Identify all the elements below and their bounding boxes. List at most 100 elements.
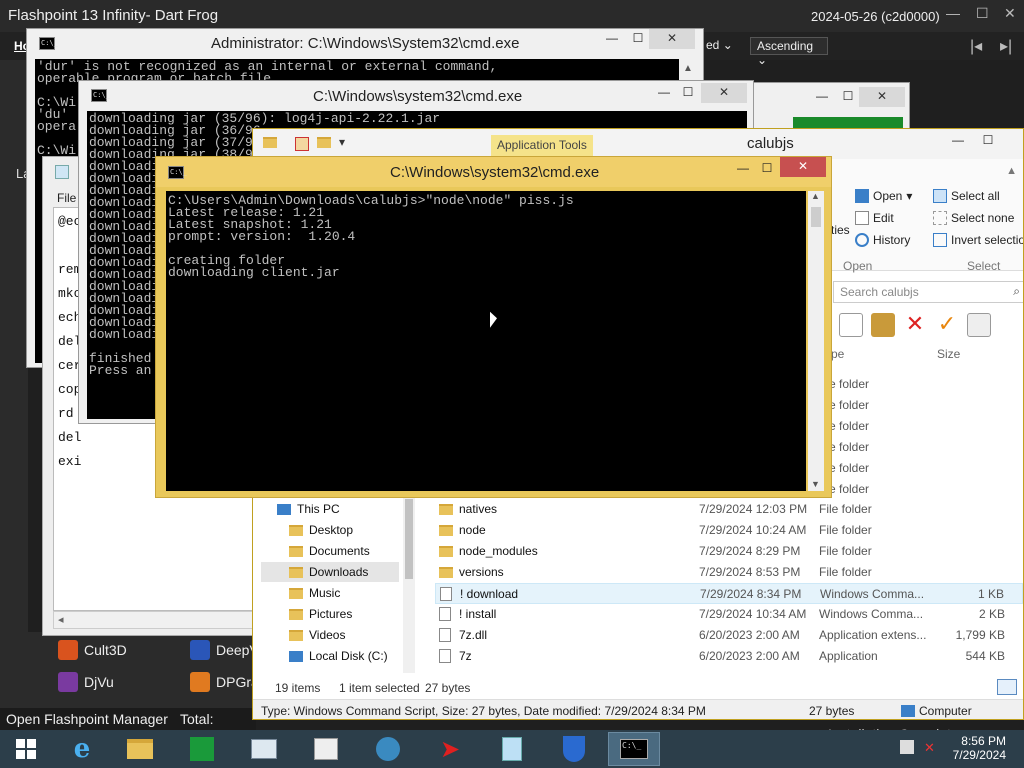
next-page-icon[interactable]: ▸|: [1000, 36, 1012, 56]
minimize-icon[interactable]: —: [946, 5, 960, 21]
clock[interactable]: 8:56 PM 7/29/2024: [946, 734, 1006, 762]
cmd-download-title: C:\Windows\system32\cmd.exe: [313, 88, 523, 105]
maximize-icon[interactable]: ☐: [837, 87, 859, 107]
taskbar-cmd[interactable]: C:\_: [608, 732, 660, 766]
search-icon[interactable]: ⌕: [1013, 284, 1020, 299]
file-row[interactable]: versions 7/29/2024 8:53 PM File folder: [435, 562, 1023, 583]
ribbon-select-none-button[interactable]: Select none: [933, 211, 1014, 225]
properties-icon[interactable]: [295, 137, 309, 151]
delete-icon[interactable]: ✕: [903, 313, 927, 337]
maximize-icon[interactable]: ☐: [976, 5, 989, 22]
close-icon[interactable]: ✕: [859, 87, 905, 107]
scrollbar-thumb[interactable]: [811, 207, 821, 227]
taskbar-ie[interactable]: e: [56, 732, 108, 766]
application-tools-tab[interactable]: Application Tools: [491, 135, 593, 157]
nav-item-downloads[interactable]: Downloads: [261, 562, 399, 582]
paste-icon[interactable]: [871, 313, 895, 337]
cmd-download-titlebar[interactable]: C:\_ C:\Windows\system32\cmd.exe — ☐ ✕: [79, 81, 753, 111]
close-icon[interactable]: ✕: [649, 29, 695, 49]
ribbon-invert-selection-button[interactable]: Invert selection: [933, 233, 1023, 247]
ribbon-edit-button[interactable]: Edit: [855, 211, 894, 225]
game-item-djvu[interactable]: DjVu: [58, 672, 114, 692]
copy-icon[interactable]: [839, 313, 863, 337]
minimize-icon[interactable]: —: [601, 29, 623, 49]
chevron-down-icon[interactable]: ▾: [339, 135, 345, 149]
taskbar-notepad[interactable]: [486, 732, 538, 766]
game-item-dpgra[interactable]: DPGra: [190, 672, 259, 692]
nav-item-music[interactable]: Music: [289, 583, 340, 603]
first-page-icon[interactable]: |◂: [970, 36, 982, 56]
sort-order-select[interactable]: Ascending ⌄: [750, 37, 828, 67]
cmd-main-titlebar[interactable]: C:\_ C:\Windows\system32\cmd.exe — ☐ ✕: [156, 157, 831, 187]
game-item-deepv[interactable]: DeepV: [190, 640, 259, 660]
menu-file[interactable]: File: [57, 191, 76, 205]
game-item-cult3d[interactable]: Cult3D: [58, 640, 127, 660]
cmd-main-console[interactable]: C:\Users\Admin\Downloads\calubjs>"node\n…: [166, 191, 806, 491]
ribbon-properties-button[interactable]: ties: [831, 223, 850, 237]
new-folder-icon[interactable]: [317, 137, 331, 148]
clock-date: 7/29/2024: [952, 748, 1006, 762]
close-icon[interactable]: ✕: [701, 83, 747, 103]
scroll-up-icon[interactable]: ▲: [683, 63, 693, 74]
properties-icon[interactable]: [967, 313, 991, 337]
taskbar-file-explorer[interactable]: [114, 732, 166, 766]
maximize-icon[interactable]: ☐: [977, 131, 999, 151]
maximize-icon[interactable]: ☐: [756, 159, 778, 179]
file-row-selected[interactable]: ! download 7/29/2024 8:34 PM Windows Comma…: [435, 583, 1023, 604]
volume-muted-icon[interactable]: ✕: [924, 740, 938, 755]
taskbar-task-manager[interactable]: [238, 732, 290, 766]
sort-field-select[interactable]: ed ⌄: [700, 37, 739, 55]
scroll-down-icon[interactable]: ▼: [811, 479, 820, 489]
scroll-up-icon[interactable]: ▲: [811, 191, 820, 201]
background-window[interactable]: — ☐ ✕: [752, 82, 910, 132]
file-row[interactable]: 7z.dll 6/20/2023 2:00 AM Application exten…: [435, 625, 1023, 646]
minimize-icon[interactable]: —: [732, 159, 754, 179]
navigation-pane: This PC Desktop Documents Downloads Musi…: [261, 499, 407, 679]
nav-item-videos[interactable]: Videos: [289, 625, 345, 645]
column-size[interactable]: Size: [937, 347, 960, 361]
close-icon[interactable]: ✕: [1004, 5, 1016, 22]
file-row[interactable]: node_modules 7/29/2024 8:29 PM File folder: [435, 541, 1023, 562]
start-button[interactable]: [0, 732, 52, 766]
minimize-icon[interactable]: —: [653, 83, 675, 103]
nav-item-this-pc[interactable]: This PC: [277, 499, 340, 519]
scrollbar-thumb[interactable]: [405, 499, 413, 579]
taskbar-defender[interactable]: [548, 732, 600, 766]
file-row[interactable]: ! install 7/29/2024 10:34 AM Windows Comma…: [435, 604, 1023, 625]
chevron-up-icon[interactable]: ▲: [1006, 165, 1017, 177]
scroll-left-icon[interactable]: ◂: [58, 613, 64, 626]
open-manager-button[interactable]: Open Flashpoint Manager: [6, 711, 168, 727]
ribbon-select-all-button[interactable]: Select all: [933, 189, 1000, 203]
maximize-icon[interactable]: ☐: [627, 29, 649, 49]
minimize-icon[interactable]: —: [811, 87, 833, 107]
file-row[interactable]: 7z 6/20/2023 2:00 AM Application 544 KB: [435, 646, 1023, 667]
ribbon-open-button[interactable]: Open ▾: [855, 189, 912, 203]
details-view-icon[interactable]: [997, 679, 1017, 695]
minimize-icon[interactable]: —: [947, 131, 969, 151]
nav-scrollbar[interactable]: [403, 497, 415, 673]
nav-item-pictures[interactable]: Pictures: [289, 604, 352, 624]
cmd-admin-titlebar[interactable]: C:\_ Administrator: C:\Windows\System32\…: [27, 29, 703, 59]
horizontal-scrollbar[interactable]: ◂: [53, 611, 261, 629]
file-row[interactable]: node 7/29/2024 10:24 AM File folder: [435, 520, 1023, 541]
taskbar-store[interactable]: [176, 732, 228, 766]
nav-item-documents[interactable]: Documents: [289, 541, 370, 561]
column-type[interactable]: pe: [831, 347, 844, 361]
nav-item-desktop[interactable]: Desktop: [289, 520, 353, 540]
taskbar-launcher[interactable]: ➤: [424, 732, 476, 766]
search-input[interactable]: Search calubjs ⌕: [833, 281, 1023, 303]
taskbar-cd-drive[interactable]: [300, 732, 352, 766]
folder-icon: [439, 567, 453, 578]
file-row[interactable]: natives 7/29/2024 12:03 PM File folder: [435, 499, 1023, 520]
taskbar-globe[interactable]: [362, 732, 414, 766]
explorer-titlebar[interactable]: ▾ Application Tools calubjs — ☐: [253, 129, 1023, 159]
ribbon-history-button[interactable]: History: [855, 233, 910, 247]
rename-icon[interactable]: ✓: [935, 313, 959, 337]
console-scrollbar[interactable]: ▲ ▼: [808, 191, 824, 491]
game-icon: [58, 640, 78, 660]
close-icon[interactable]: ✕: [780, 157, 826, 177]
file-name: natives: [459, 502, 498, 516]
nav-item-local-disk[interactable]: Local Disk (C:): [289, 646, 388, 666]
maximize-icon[interactable]: ☐: [677, 83, 699, 103]
network-icon[interactable]: [900, 740, 914, 754]
